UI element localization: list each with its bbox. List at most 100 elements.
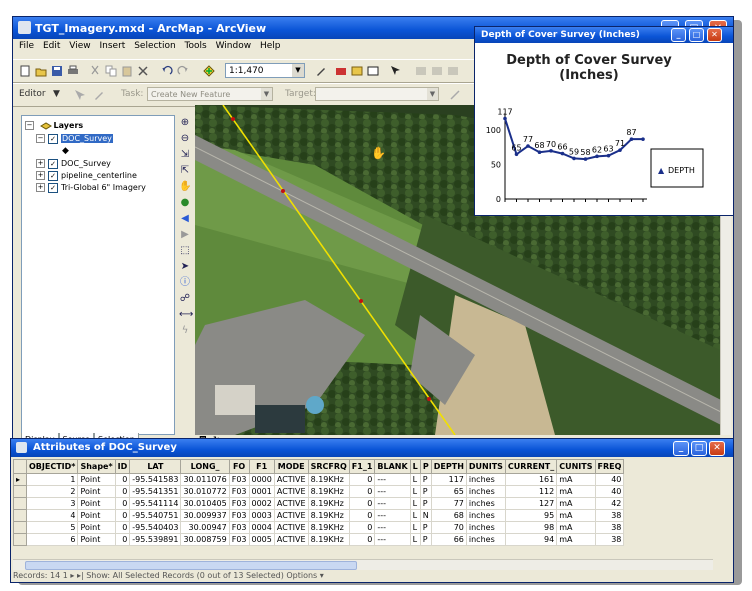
menu-file[interactable]: File	[19, 41, 34, 51]
editor-toolbar-icon[interactable]	[315, 65, 327, 77]
layer-visibility-checkbox[interactable]: ✓	[48, 182, 58, 193]
column-header[interactable]: F1_1	[348, 459, 376, 474]
table-cell[interactable]: ---	[374, 497, 411, 510]
column-header[interactable]: F1	[248, 459, 275, 474]
chevron-down-icon[interactable]: ▼	[292, 64, 304, 77]
table-cell[interactable]: inches	[465, 497, 506, 510]
print-icon[interactable]	[67, 65, 79, 77]
table-cell[interactable]: L	[409, 473, 421, 486]
table-cell[interactable]: mA	[556, 521, 596, 534]
column-header[interactable]: LAT	[129, 459, 182, 474]
collapse-icon[interactable]: −	[25, 121, 34, 130]
table-cell[interactable]: Point	[77, 497, 116, 510]
table-cell[interactable]: 38	[594, 509, 625, 522]
table-cell[interactable]: 0	[348, 521, 376, 534]
table-cell[interactable]: P	[419, 485, 432, 498]
menu-selection[interactable]: Selection	[134, 41, 175, 51]
column-header[interactable]: Shape*	[77, 459, 116, 474]
table-cell[interactable]: ACTIVE	[273, 533, 309, 546]
table-cell[interactable]: 4	[25, 509, 79, 522]
menu-tools[interactable]: Tools	[185, 41, 207, 51]
table-horizontal-scrollbar[interactable]	[13, 559, 713, 570]
table-cell[interactable]: L	[409, 521, 421, 534]
column-header[interactable]: CUNITS	[556, 459, 596, 474]
row-selector[interactable]	[13, 485, 27, 498]
table-cell[interactable]: inches	[465, 521, 506, 534]
table-cell[interactable]: 8.19KHz	[307, 509, 350, 522]
command-window-icon[interactable]	[367, 65, 379, 77]
expand-icon[interactable]: +	[36, 183, 45, 192]
table-cell[interactable]: ACTIVE	[273, 521, 309, 534]
table-cell[interactable]: mA	[556, 485, 596, 498]
table-cell[interactable]: 112	[504, 485, 558, 498]
table-cell[interactable]: 0	[348, 485, 376, 498]
table-cell[interactable]: ---	[374, 533, 411, 546]
expand-icon[interactable]: +	[36, 171, 45, 180]
column-header[interactable]: DUNITS	[465, 459, 506, 474]
find-binoculars-icon[interactable]: ☍	[179, 293, 191, 305]
table-cell[interactable]: ---	[374, 509, 411, 522]
table-cell[interactable]: 65	[430, 485, 467, 498]
table-cell[interactable]: 6	[25, 533, 79, 546]
table-cell[interactable]: 30.009937	[180, 509, 230, 522]
table-cell[interactable]: F03	[228, 521, 250, 534]
table-cell[interactable]: L	[409, 533, 421, 546]
column-header[interactable]: MODE	[273, 459, 309, 474]
open-folder-icon[interactable]	[35, 65, 47, 77]
table-cell[interactable]: 38	[594, 533, 625, 546]
table-cell[interactable]: 161	[504, 473, 558, 486]
table-cell[interactable]: 5	[25, 521, 79, 534]
table-cell[interactable]: 94	[504, 533, 558, 546]
column-header[interactable]: DEPTH	[430, 459, 467, 474]
chevron-down-icon[interactable]: ▼	[53, 89, 60, 99]
table-cell[interactable]: 30.011076	[180, 473, 230, 486]
back-arrow-icon[interactable]: ◀	[179, 213, 191, 225]
identify-icon[interactable]: ⓘ	[179, 277, 191, 289]
table-cell[interactable]: N	[419, 509, 432, 522]
table-cell[interactable]: 8.19KHz	[307, 521, 350, 534]
table-cell[interactable]: P	[419, 521, 432, 534]
table-cell[interactable]: 117	[430, 473, 467, 486]
layer-visibility-checkbox[interactable]: ✓	[48, 133, 58, 144]
redo-icon[interactable]	[177, 65, 189, 77]
table-cell[interactable]: Point	[77, 473, 116, 486]
table-cell[interactable]: 127	[504, 497, 558, 510]
table-cell[interactable]: P	[419, 473, 432, 486]
table-cell[interactable]: mA	[556, 509, 596, 522]
column-header[interactable]: BLANK	[374, 459, 411, 474]
table-cell[interactable]: 0000	[248, 473, 275, 486]
table-cell[interactable]: 2	[25, 485, 79, 498]
table-cell[interactable]: -95.540751	[129, 509, 182, 522]
table-row[interactable]: 4 Point 0 -95.540751 30.009937 F03 0003 ACTIVE 8…	[13, 509, 625, 522]
chevron-down-icon[interactable]: ▼	[261, 88, 272, 100]
table-cell[interactable]: 0	[114, 473, 131, 486]
new-document-icon[interactable]	[19, 65, 31, 77]
table-cell[interactable]: 8.19KHz	[307, 533, 350, 546]
table-cell[interactable]: P	[419, 533, 432, 546]
table-cell[interactable]: 30.00947	[180, 521, 230, 534]
table-cell[interactable]: -95.540403	[129, 521, 182, 534]
menu-help[interactable]: Help	[260, 41, 281, 51]
table-cell[interactable]: 0003	[248, 509, 275, 522]
table-cell[interactable]: F03	[228, 533, 250, 546]
table-cell[interactable]: ---	[374, 485, 411, 498]
table-cell[interactable]: 0	[114, 533, 131, 546]
table-cell[interactable]: 0002	[248, 497, 275, 510]
whats-this-help-icon[interactable]	[389, 65, 401, 77]
column-header[interactable]: CURRENT_	[504, 459, 558, 474]
column-header[interactable]: FO	[228, 459, 250, 474]
toc-layer-doc-survey-2[interactable]: + ✓ DOC_Survey	[36, 158, 111, 170]
table-cell[interactable]: ACTIVE	[273, 485, 309, 498]
table-cell[interactable]: ACTIVE	[273, 509, 309, 522]
table-cell[interactable]: 0	[348, 509, 376, 522]
table-cell[interactable]: 1	[25, 473, 79, 486]
table-cell[interactable]: L	[409, 509, 421, 522]
pan-hand-icon[interactable]: ✋	[179, 181, 191, 193]
fixed-zoom-in-icon[interactable]: ⇲	[179, 149, 191, 161]
editor-menu[interactable]: Editor	[19, 89, 46, 99]
table-cell[interactable]: 0	[114, 521, 131, 534]
table-cell[interactable]: 0	[348, 497, 376, 510]
table-cell[interactable]: 8.19KHz	[307, 485, 350, 498]
table-cell[interactable]: 95	[504, 509, 558, 522]
target-dropdown[interactable]: ▼	[315, 87, 439, 101]
